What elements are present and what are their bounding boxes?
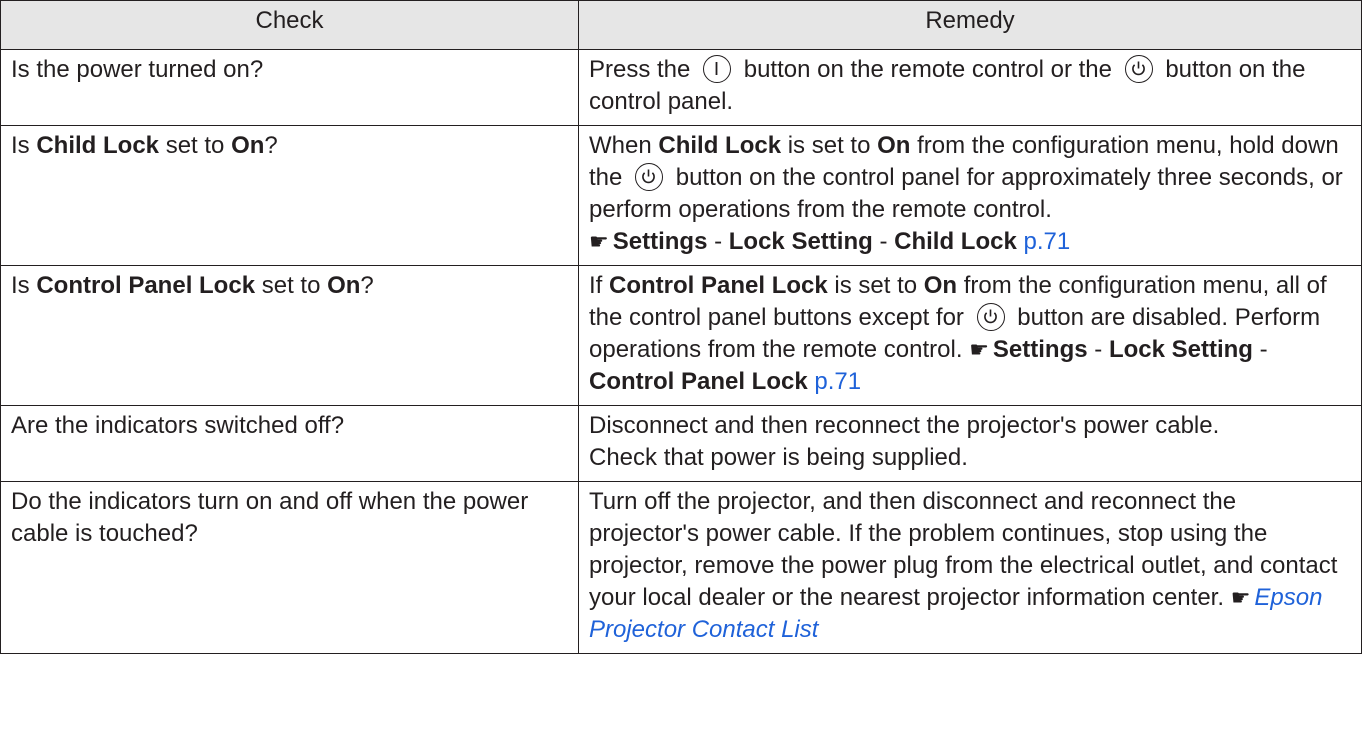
remedy-cell: Turn off the projector, and then disconn…: [578, 481, 1362, 654]
check-column-header: Check: [0, 0, 579, 50]
remedy-text: Press the: [589, 56, 691, 83]
ref-submenu: Lock Setting: [728, 228, 873, 255]
standby-button-icon: [635, 163, 664, 191]
table-row: Do the indicators turn on and off when t…: [0, 481, 1362, 654]
table-row: Are the indicators switched off? Disconn…: [0, 405, 1362, 482]
ref-menu: Settings: [992, 336, 1088, 363]
check-cell: Do the indicators turn on and off when t…: [0, 481, 579, 654]
ref-separator: -: [1094, 336, 1103, 363]
ref-item: Control Panel Lock: [589, 368, 808, 395]
setting-name: Control Panel Lock: [36, 272, 256, 299]
check-text: Is: [11, 132, 30, 159]
check-text: ?: [360, 272, 374, 299]
pointing-hand-icon: ☛: [1230, 585, 1251, 610]
remedy-cell: When Child Lock is set to On from the co…: [578, 125, 1362, 266]
reference: ☛ Settings - Lock Setting - Child Lock p.…: [589, 228, 1070, 255]
check-cell: Are the indicators switched off?: [0, 405, 579, 482]
table-row: Is Child Lock set to On? When Child Lock…: [0, 125, 1362, 266]
page-link[interactable]: p.71: [1023, 228, 1070, 255]
ref-item: Child Lock: [894, 228, 1017, 255]
remedy-text: If: [589, 272, 603, 299]
remedy-cell: Disconnect and then reconnect the projec…: [578, 405, 1362, 482]
setting-value: On: [877, 132, 911, 159]
pointing-hand-icon: ☛: [589, 229, 609, 254]
check-cell: Is the power turned on?: [0, 49, 579, 126]
pointing-hand-icon: ☛: [969, 337, 989, 362]
ref-submenu: Lock Setting: [1108, 336, 1253, 363]
ref-separator: -: [714, 228, 723, 255]
remedy-text: button on the remote control or the: [743, 56, 1112, 83]
check-text: set to: [165, 132, 225, 159]
remedy-text: button on the control panel for approxim…: [589, 164, 1343, 223]
check-text: ?: [264, 132, 278, 159]
remedy-cell: Press the button on the remote control o…: [578, 49, 1362, 126]
remedy-cell: If Control Panel Lock is set to On from …: [578, 265, 1362, 406]
remedy-text: is set to: [787, 132, 871, 159]
remedy-text: Disconnect and then reconnect the projec…: [589, 412, 1220, 439]
setting-name: Control Panel Lock: [609, 272, 828, 299]
remedy-text: is set to: [834, 272, 918, 299]
remote-power-button-icon: [703, 55, 732, 83]
setting-name: Child Lock: [36, 132, 160, 159]
remedy-text: Turn off the projector, and then disconn…: [589, 488, 1338, 611]
troubleshooting-table: Check Remedy Is the power turned on? Pre…: [0, 0, 1362, 654]
setting-value: On: [231, 132, 265, 159]
ref-separator: -: [879, 228, 888, 255]
ref-menu: Settings: [612, 228, 708, 255]
setting-value: On: [923, 272, 958, 299]
standby-button-icon: [976, 303, 1005, 331]
table-row: Is the power turned on? Press the button…: [0, 49, 1362, 126]
remedy-text: Check that power is being supplied.: [589, 444, 968, 471]
check-text: set to: [261, 272, 321, 299]
page-link[interactable]: p.71: [814, 368, 861, 395]
check-text: Is: [11, 272, 30, 299]
standby-button-icon: [1124, 55, 1153, 83]
setting-value: On: [327, 272, 361, 299]
remedy-column-header: Remedy: [578, 0, 1362, 50]
check-cell: Is Child Lock set to On?: [0, 125, 579, 266]
setting-name: Child Lock: [658, 132, 782, 159]
table-header-row: Check Remedy: [0, 0, 1362, 50]
remedy-text: When: [589, 132, 652, 159]
check-cell: Is Control Panel Lock set to On?: [0, 265, 579, 406]
ref-separator: -: [1259, 336, 1268, 363]
table-row: Is Control Panel Lock set to On? If Cont…: [0, 265, 1362, 406]
